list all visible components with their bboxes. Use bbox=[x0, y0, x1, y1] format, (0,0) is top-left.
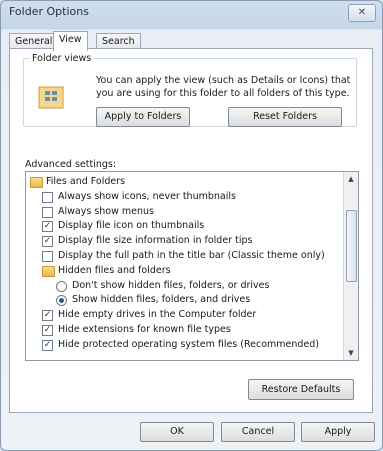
scroll-up-icon[interactable]: ▲ bbox=[346, 174, 356, 184]
radio-button[interactable] bbox=[56, 295, 67, 307]
checkbox[interactable]: ✓ bbox=[42, 310, 53, 322]
folder-views-description: You can apply the view (such as Details … bbox=[96, 75, 351, 99]
settings-row-label: Always show icons, never thumbnails bbox=[58, 190, 236, 202]
checkbox[interactable]: ✓ bbox=[42, 221, 53, 233]
checkbox[interactable] bbox=[42, 191, 53, 203]
tab-view[interactable]: View bbox=[53, 31, 88, 51]
settings-row-label: Hide protected operating system files (R… bbox=[58, 338, 320, 350]
scrollbar-thumb[interactable] bbox=[346, 210, 357, 282]
checkbox[interactable] bbox=[42, 251, 53, 262]
reset-folders-button[interactable]: Reset Folders bbox=[228, 107, 342, 127]
settings-row-label: Hidden files and folders bbox=[58, 264, 171, 276]
folder-views-legend: Folder views bbox=[32, 53, 92, 64]
advanced-settings-scrollbar[interactable]: ▲ ▼ bbox=[343, 172, 358, 360]
cancel-button[interactable]: Cancel bbox=[221, 422, 295, 442]
folder-options-window: Folder Options ✕ General View Search Fol… bbox=[0, 0, 383, 451]
folder-view-icon bbox=[38, 84, 66, 110]
settings-row-label: Display file size information in folder … bbox=[58, 235, 253, 247]
restore-defaults-button[interactable]: Restore Defaults bbox=[248, 379, 354, 400]
settings-row-label: Hide empty drives in the Computer folder bbox=[58, 309, 257, 321]
checkbox[interactable]: ✓ bbox=[42, 339, 53, 351]
folder-views-group: Folder views You can apply the view (suc… bbox=[23, 53, 357, 127]
checkbox[interactable]: ✓ bbox=[42, 325, 53, 336]
close-button[interactable]: ✕ bbox=[348, 4, 376, 22]
settings-row-label: Hide extensions for known file types bbox=[58, 324, 231, 335]
settings-row-label: Don't show hidden files, folders, or dri… bbox=[72, 279, 270, 291]
settings-row-label: Display the full path in the title bar (… bbox=[58, 250, 325, 261]
advanced-settings-list[interactable]: ▲ ▼ Files and Folders Always show icons, … bbox=[25, 171, 359, 361]
scroll-down-icon[interactable]: ▼ bbox=[346, 348, 356, 358]
folder-icon bbox=[42, 265, 55, 277]
settings-row-label: Display file icon on thumbnails bbox=[58, 220, 205, 232]
window-title: Folder Options bbox=[9, 5, 89, 18]
settings-row-label: Files and Folders bbox=[46, 176, 126, 187]
apply-button[interactable]: Apply bbox=[301, 422, 375, 442]
folder-icon bbox=[30, 177, 43, 188]
settings-row-label: Always show menus bbox=[58, 205, 154, 217]
settings-row-label: Show hidden files, folders, and drives bbox=[72, 294, 251, 306]
radio-button[interactable] bbox=[56, 280, 67, 292]
checkbox[interactable] bbox=[42, 206, 53, 218]
apply-to-folders-button[interactable]: Apply to Folders bbox=[96, 107, 190, 127]
advanced-settings-label: Advanced settings: bbox=[25, 159, 117, 170]
checkbox[interactable]: ✓ bbox=[42, 236, 53, 248]
close-icon: ✕ bbox=[357, 7, 367, 18]
ok-button[interactable]: OK bbox=[140, 422, 214, 442]
view-tab-panel: Folder views You can apply the view (suc… bbox=[9, 48, 373, 413]
